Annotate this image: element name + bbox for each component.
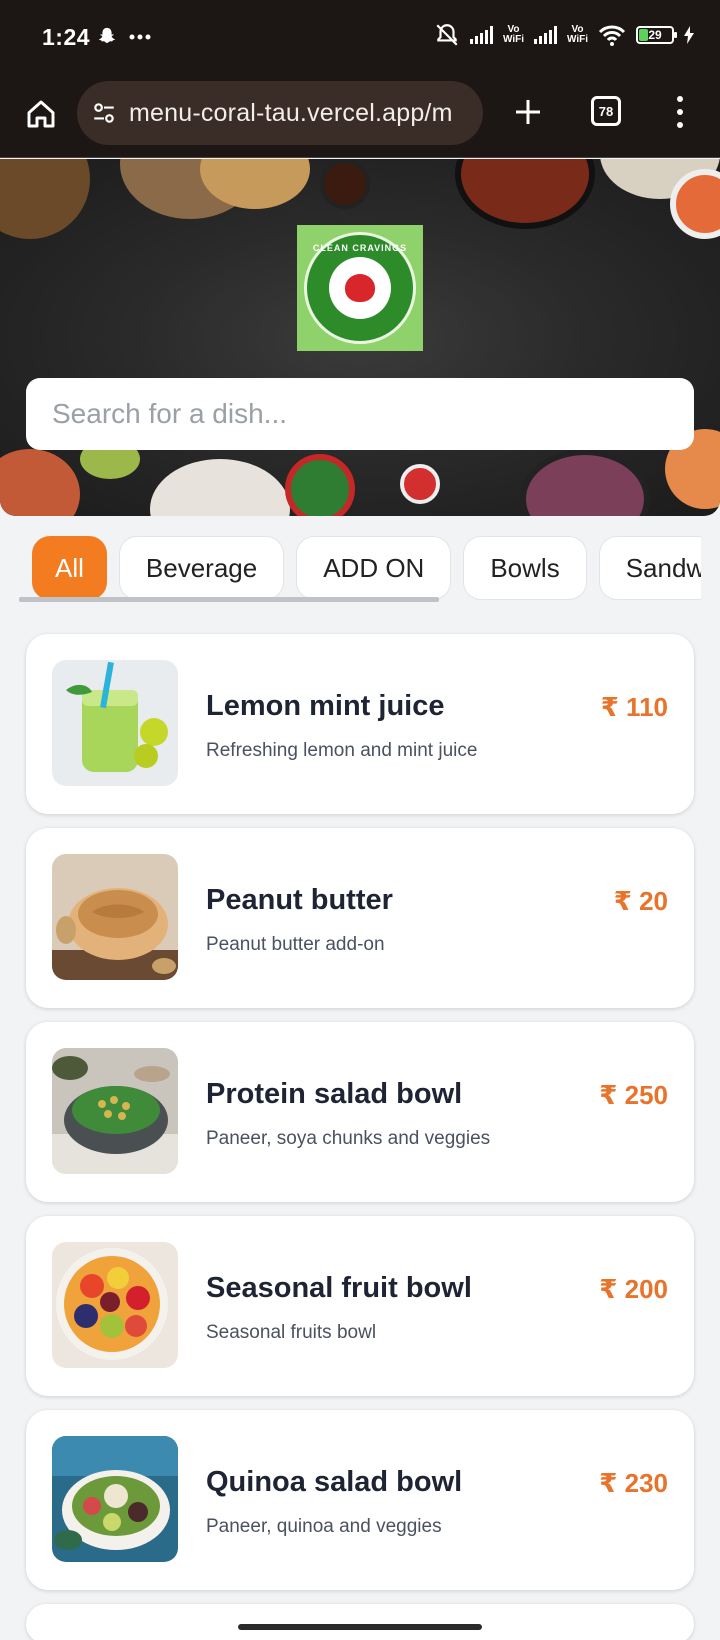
food-decoration bbox=[520, 449, 650, 516]
item-image-lemon-mint-juice bbox=[52, 660, 178, 786]
status-bar: 1:24 Vo WiFi Vo WiFi 29 bbox=[0, 0, 720, 76]
restaurant-logo: CLEAN CRAVINGS bbox=[297, 225, 423, 351]
menu-dot bbox=[677, 122, 683, 128]
hero-banner: CLEAN CRAVINGS bbox=[0, 159, 720, 516]
menu-item-card[interactable]: Lemon mint juice Refreshing lemon and mi… bbox=[26, 634, 694, 814]
menu-list: Lemon mint juice Refreshing lemon and mi… bbox=[26, 634, 694, 1640]
item-image-peanut-butter bbox=[52, 854, 178, 980]
search-box[interactable] bbox=[26, 378, 694, 450]
item-name: Quinoa salad bowl bbox=[206, 1466, 463, 1498]
item-price: ₹ 110 bbox=[600, 692, 668, 722]
mute-icon bbox=[436, 24, 458, 46]
food-decoration bbox=[285, 454, 355, 516]
food-decoration bbox=[0, 449, 80, 516]
logo-badge: CLEAN CRAVINGS bbox=[304, 232, 416, 344]
vowifi-icon: Vo WiFi bbox=[502, 24, 524, 45]
menu-dot bbox=[677, 109, 683, 115]
apple-icon bbox=[345, 274, 375, 302]
item-price: ₹ 200 bbox=[599, 1274, 668, 1304]
plus-icon bbox=[516, 100, 540, 124]
logo-center bbox=[329, 257, 391, 319]
home-button[interactable] bbox=[20, 93, 62, 135]
item-description: Paneer, quinoa and veggies bbox=[206, 1516, 442, 1537]
item-name: Lemon mint juice bbox=[206, 690, 445, 722]
item-name: Protein salad bowl bbox=[206, 1078, 463, 1110]
menu-item-card[interactable]: Protein salad bowl Paneer, soya chunks a… bbox=[26, 1022, 694, 1202]
item-description: Peanut butter add-on bbox=[206, 934, 385, 955]
gesture-home-indicator[interactable] bbox=[238, 1624, 482, 1630]
category-chip-sandwiches[interactable]: Sandwi bbox=[598, 536, 701, 600]
menu-item-card[interactable]: Peanut butter Peanut butter add-on ₹ 20 bbox=[26, 828, 694, 1008]
item-description: Seasonal fruits bowl bbox=[206, 1322, 377, 1343]
item-name: Peanut butter bbox=[206, 884, 393, 916]
browser-toolbar: menu-coral-tau.vercel.app/m 78 bbox=[0, 76, 720, 158]
url-text: menu-coral-tau.vercel.app/m bbox=[129, 98, 453, 127]
site-settings-icon[interactable] bbox=[91, 100, 117, 126]
category-tabs[interactable]: All Beverage ADD ON Bowls Sandwi bbox=[19, 536, 701, 604]
status-time: 1:24 bbox=[42, 24, 91, 50]
item-description: Refreshing lemon and mint juice bbox=[206, 740, 478, 761]
item-price: ₹ 230 bbox=[599, 1468, 668, 1498]
search-input[interactable] bbox=[52, 398, 694, 430]
category-chip-all[interactable]: All bbox=[32, 536, 107, 600]
food-decoration bbox=[400, 464, 440, 504]
signal-icon bbox=[469, 26, 493, 44]
browser-menu-button[interactable] bbox=[668, 92, 692, 132]
signal-icon-2 bbox=[533, 26, 557, 44]
food-decoration bbox=[150, 459, 290, 516]
item-image-quinoa-salad-bowl bbox=[52, 1436, 178, 1562]
item-price: ₹ 250 bbox=[599, 1080, 668, 1110]
wifi-icon bbox=[598, 25, 626, 46]
category-chip-add-on[interactable]: ADD ON bbox=[296, 536, 452, 600]
item-name: Seasonal fruit bowl bbox=[206, 1272, 472, 1304]
menu-item-card-partial[interactable] bbox=[26, 1604, 694, 1640]
item-price: ₹ 20 bbox=[613, 886, 668, 916]
menu-item-card[interactable]: Seasonal fruit bowl Seasonal fruits bowl… bbox=[26, 1216, 694, 1396]
menu-item-card[interactable]: Quinoa salad bowl Paneer, quinoa and veg… bbox=[26, 1410, 694, 1590]
item-image-seasonal-fruit-bowl bbox=[52, 1242, 178, 1368]
menu-dot bbox=[677, 96, 683, 102]
category-chip-bowls[interactable]: Bowls bbox=[463, 536, 587, 600]
battery-icon: 29 bbox=[636, 26, 677, 44]
new-tab-button[interactable] bbox=[506, 90, 550, 134]
food-decoration bbox=[0, 159, 90, 239]
category-chip-beverage[interactable]: Beverage bbox=[118, 536, 285, 600]
category-tabs-row: All Beverage ADD ON Bowls Sandwi bbox=[19, 536, 701, 600]
food-decoration bbox=[455, 159, 595, 229]
item-image-protein-salad-bowl bbox=[52, 1048, 178, 1174]
status-right-icons: Vo WiFi Vo WiFi 29 bbox=[434, 22, 694, 48]
more-notifications-icon bbox=[129, 34, 151, 40]
snapchat-icon bbox=[98, 27, 116, 43]
tab-switcher-button[interactable]: 78 bbox=[591, 96, 621, 126]
category-scrollbar[interactable] bbox=[19, 597, 439, 602]
home-icon bbox=[27, 100, 55, 128]
logo-text: CLEAN CRAVINGS bbox=[312, 243, 408, 253]
charging-icon bbox=[684, 26, 694, 44]
address-bar[interactable]: menu-coral-tau.vercel.app/m bbox=[77, 81, 483, 145]
food-decoration bbox=[320, 159, 370, 209]
vowifi-icon-2: Vo WiFi bbox=[566, 24, 588, 45]
status-left-icons bbox=[96, 26, 152, 48]
item-description: Paneer, soya chunks and veggies bbox=[206, 1128, 491, 1149]
